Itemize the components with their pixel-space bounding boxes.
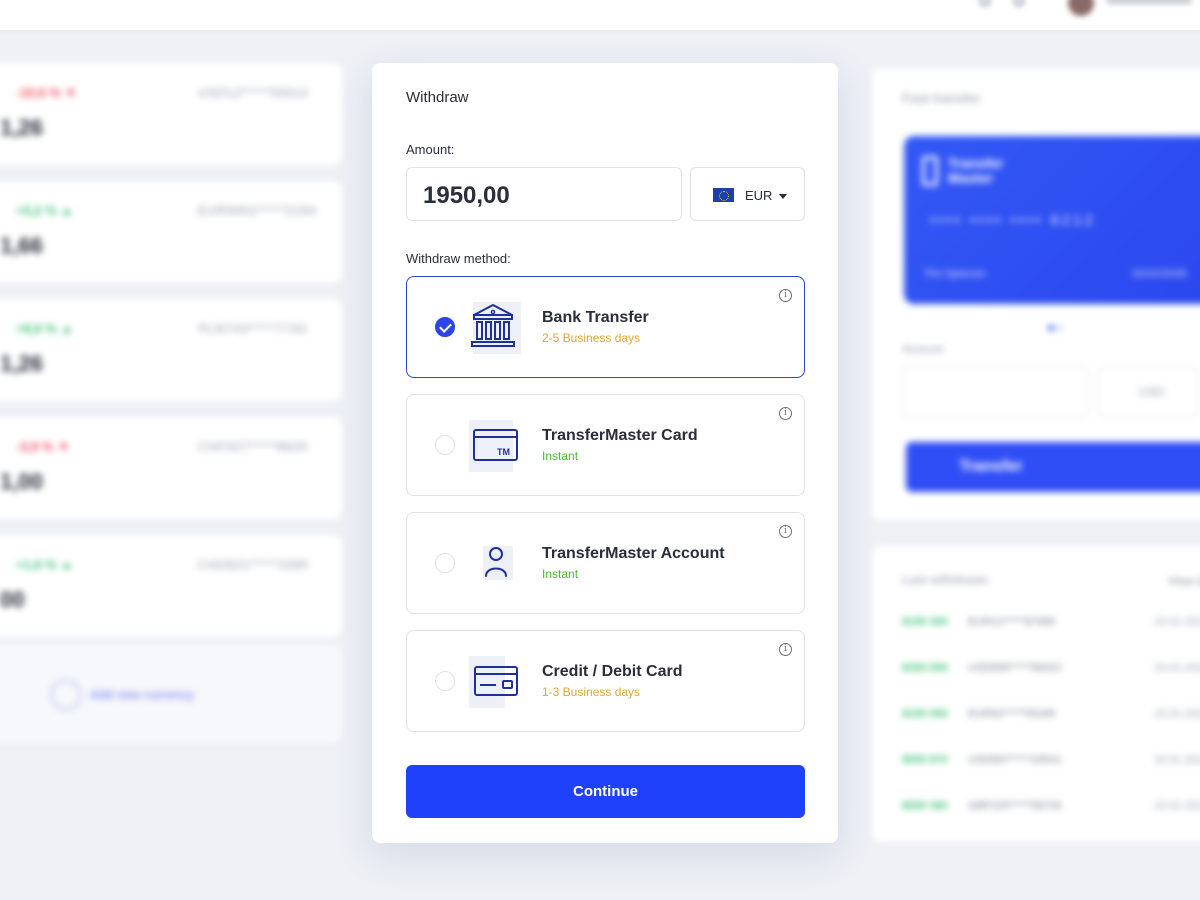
withdraw-account: EUR12*****87965 [968, 616, 1056, 628]
info-icon[interactable]: i [779, 643, 792, 656]
notification-icon[interactable] [978, 0, 992, 8]
withdraw-date: 15.01.2022 [1154, 708, 1200, 720]
tm-card-icon: TM [469, 420, 523, 472]
withdraw-date: 15.01.2022 [1154, 754, 1200, 766]
withdraw-method-label: Withdraw method: [406, 251, 511, 266]
withdraw-modal: Withdraw Amount: 1950,00 EUR Withdraw me… [372, 63, 838, 843]
account-card[interactable]: +8,8 % ▲ PLN743*****7743 1,26 [0, 299, 342, 401]
currency-select[interactable]: EUR [690, 167, 805, 221]
radio-unchecked[interactable] [435, 553, 455, 573]
withdraw-amount: $195 300 [902, 616, 948, 628]
account-balance: 1,66 [0, 233, 43, 258]
bank-card[interactable]: Transfer Master •••• •••• •••• 6212 Tim … [904, 136, 1200, 304]
method-subtitle: 1-3 Business days [542, 685, 641, 699]
withdraw-date: 15.01.2022 [1154, 800, 1200, 812]
account-balance: 1,00 [0, 469, 43, 494]
account-balance: 00 [0, 587, 25, 612]
fast-transfer-panel: Fast transfer Transfer Master •••• •••• … [872, 68, 1200, 520]
table-row[interactable]: $550 870 USD897*****33541 15.01.2022 [902, 754, 1200, 774]
carousel-dots[interactable] [1048, 318, 1068, 331]
method-title: Credit / Debit Card [542, 663, 683, 680]
withdraw-date: 15.01.2022 [1154, 616, 1200, 628]
info-icon[interactable]: i [779, 289, 792, 302]
currency-code: EUR [745, 188, 773, 203]
transfer-amount-input[interactable] [902, 366, 1088, 418]
account-number: CHF927*****8635 [198, 439, 309, 454]
method-option-bank-transfer[interactable]: Bank Transfer 2-5 Business days i [406, 276, 805, 378]
continue-button[interactable]: Continue [406, 765, 805, 818]
account-change: +1,6 % ▲ [16, 557, 74, 572]
user-icon [469, 538, 523, 590]
account-card[interactable]: -10,6 % ▼ USD12*****55612 1,26 [0, 63, 342, 165]
eu-flag-icon [713, 188, 734, 202]
table-row[interactable]: $195 300 EUR12*****87965 15.01.2022 [902, 616, 1200, 636]
account-number: USD12*****55612 [198, 85, 309, 100]
transfer-amount-label: Amount [902, 342, 944, 356]
last-withdraws-panel: Last withdraws View all $195 300 EUR12**… [872, 546, 1200, 842]
bank-icon [469, 302, 523, 354]
account-card[interactable]: +1,6 % ▲ CAD821*****3395 00 [0, 535, 342, 637]
transfer-button[interactable]: Transfer [906, 442, 1200, 492]
table-row[interactable]: $550 360 GBP225*****58726 15.01.2022 [902, 800, 1200, 820]
withdraw-account: EUR92*****55266 [968, 708, 1056, 720]
settings-icon[interactable] [1012, 0, 1026, 8]
account-balance: 1,26 [0, 351, 43, 376]
card-expiry: 02/22/2026 [1132, 268, 1188, 280]
add-currency-button[interactable]: Add new currency [0, 645, 342, 743]
svg-text:TM: TM [497, 447, 510, 457]
account-card[interactable]: +5,2 % ▲ EUR9952*****2184 1,66 [0, 181, 342, 283]
add-currency-label: Add new currency [90, 687, 195, 702]
account-balance: 1,26 [0, 115, 43, 140]
account-change: +8,8 % ▲ [16, 321, 74, 336]
method-subtitle: 2-5 Business days [542, 331, 641, 345]
amount-input[interactable]: 1950,00 [406, 167, 682, 221]
withdraw-amount: $550 360 [902, 800, 948, 812]
modal-title: Withdraw [406, 89, 469, 106]
method-option-credit-debit-card[interactable]: Credit / Debit Card 1-3 Business days i [406, 630, 805, 732]
credit-card-icon [469, 656, 523, 708]
method-option-transfermaster-card[interactable]: TM TransferMaster Card Instant i [406, 394, 805, 496]
method-title: Bank Transfer [542, 309, 649, 326]
plus-icon [50, 679, 82, 711]
radio-unchecked[interactable] [435, 435, 455, 455]
card-logo-icon [922, 156, 938, 186]
account-change: +5,2 % ▲ [16, 203, 74, 218]
transfer-currency-select[interactable]: USD [1098, 366, 1198, 418]
withdraw-account: USD897*****33541 [968, 754, 1062, 766]
withdraw-amount: $550 870 [902, 754, 948, 766]
account-number: CAD821*****3395 [198, 557, 309, 572]
account-change: -10,6 % ▼ [16, 85, 78, 100]
card-brand: Transfer Master [948, 155, 1004, 186]
account-card[interactable]: -3,9 % ▼ CHF927*****8635 1,00 [0, 417, 342, 519]
radio-checked[interactable] [435, 317, 455, 337]
method-subtitle: Instant [542, 449, 579, 463]
withdraw-date: 15.01.2022 [1154, 662, 1200, 674]
method-title: TransferMaster Card [542, 427, 698, 444]
info-icon[interactable]: i [779, 407, 792, 420]
view-all-link[interactable]: View all [1168, 574, 1200, 588]
chevron-down-icon [779, 194, 787, 199]
withdraw-account: USD895*****58322 [968, 662, 1062, 674]
withdraw-account: GBP225*****58726 [968, 800, 1062, 812]
table-row[interactable]: $195 550 EUR92*****55266 15.01.2022 [902, 708, 1200, 728]
method-title: TransferMaster Account [542, 545, 725, 562]
radio-unchecked[interactable] [435, 671, 455, 691]
table-row[interactable]: $350 500 USD895*****58322 15.01.2022 [902, 662, 1200, 682]
method-option-transfermaster-account[interactable]: TransferMaster Account Instant i [406, 512, 805, 614]
username [1106, 0, 1192, 4]
last-withdraws-title: Last withdraws [902, 572, 988, 587]
amount-label: Amount: [406, 142, 455, 157]
info-icon[interactable]: i [779, 525, 792, 538]
account-change: -3,9 % ▼ [16, 439, 71, 454]
account-number: PLN743*****7743 [198, 321, 307, 336]
avatar[interactable] [1068, 0, 1094, 16]
card-holder: Tim Spencer [924, 268, 986, 280]
card-number: •••• •••• •••• 6212 [930, 212, 1096, 229]
fast-transfer-title: Fast transfer [902, 90, 981, 106]
accounts-column: -10,6 % ▼ USD12*****55612 1,26 +5,2 % ▲ … [0, 0, 360, 900]
account-number: EUR9952*****2184 [198, 203, 317, 218]
withdraw-amount: $195 550 [902, 708, 948, 720]
withdraw-amount: $350 500 [902, 662, 948, 674]
method-subtitle: Instant [542, 567, 579, 581]
